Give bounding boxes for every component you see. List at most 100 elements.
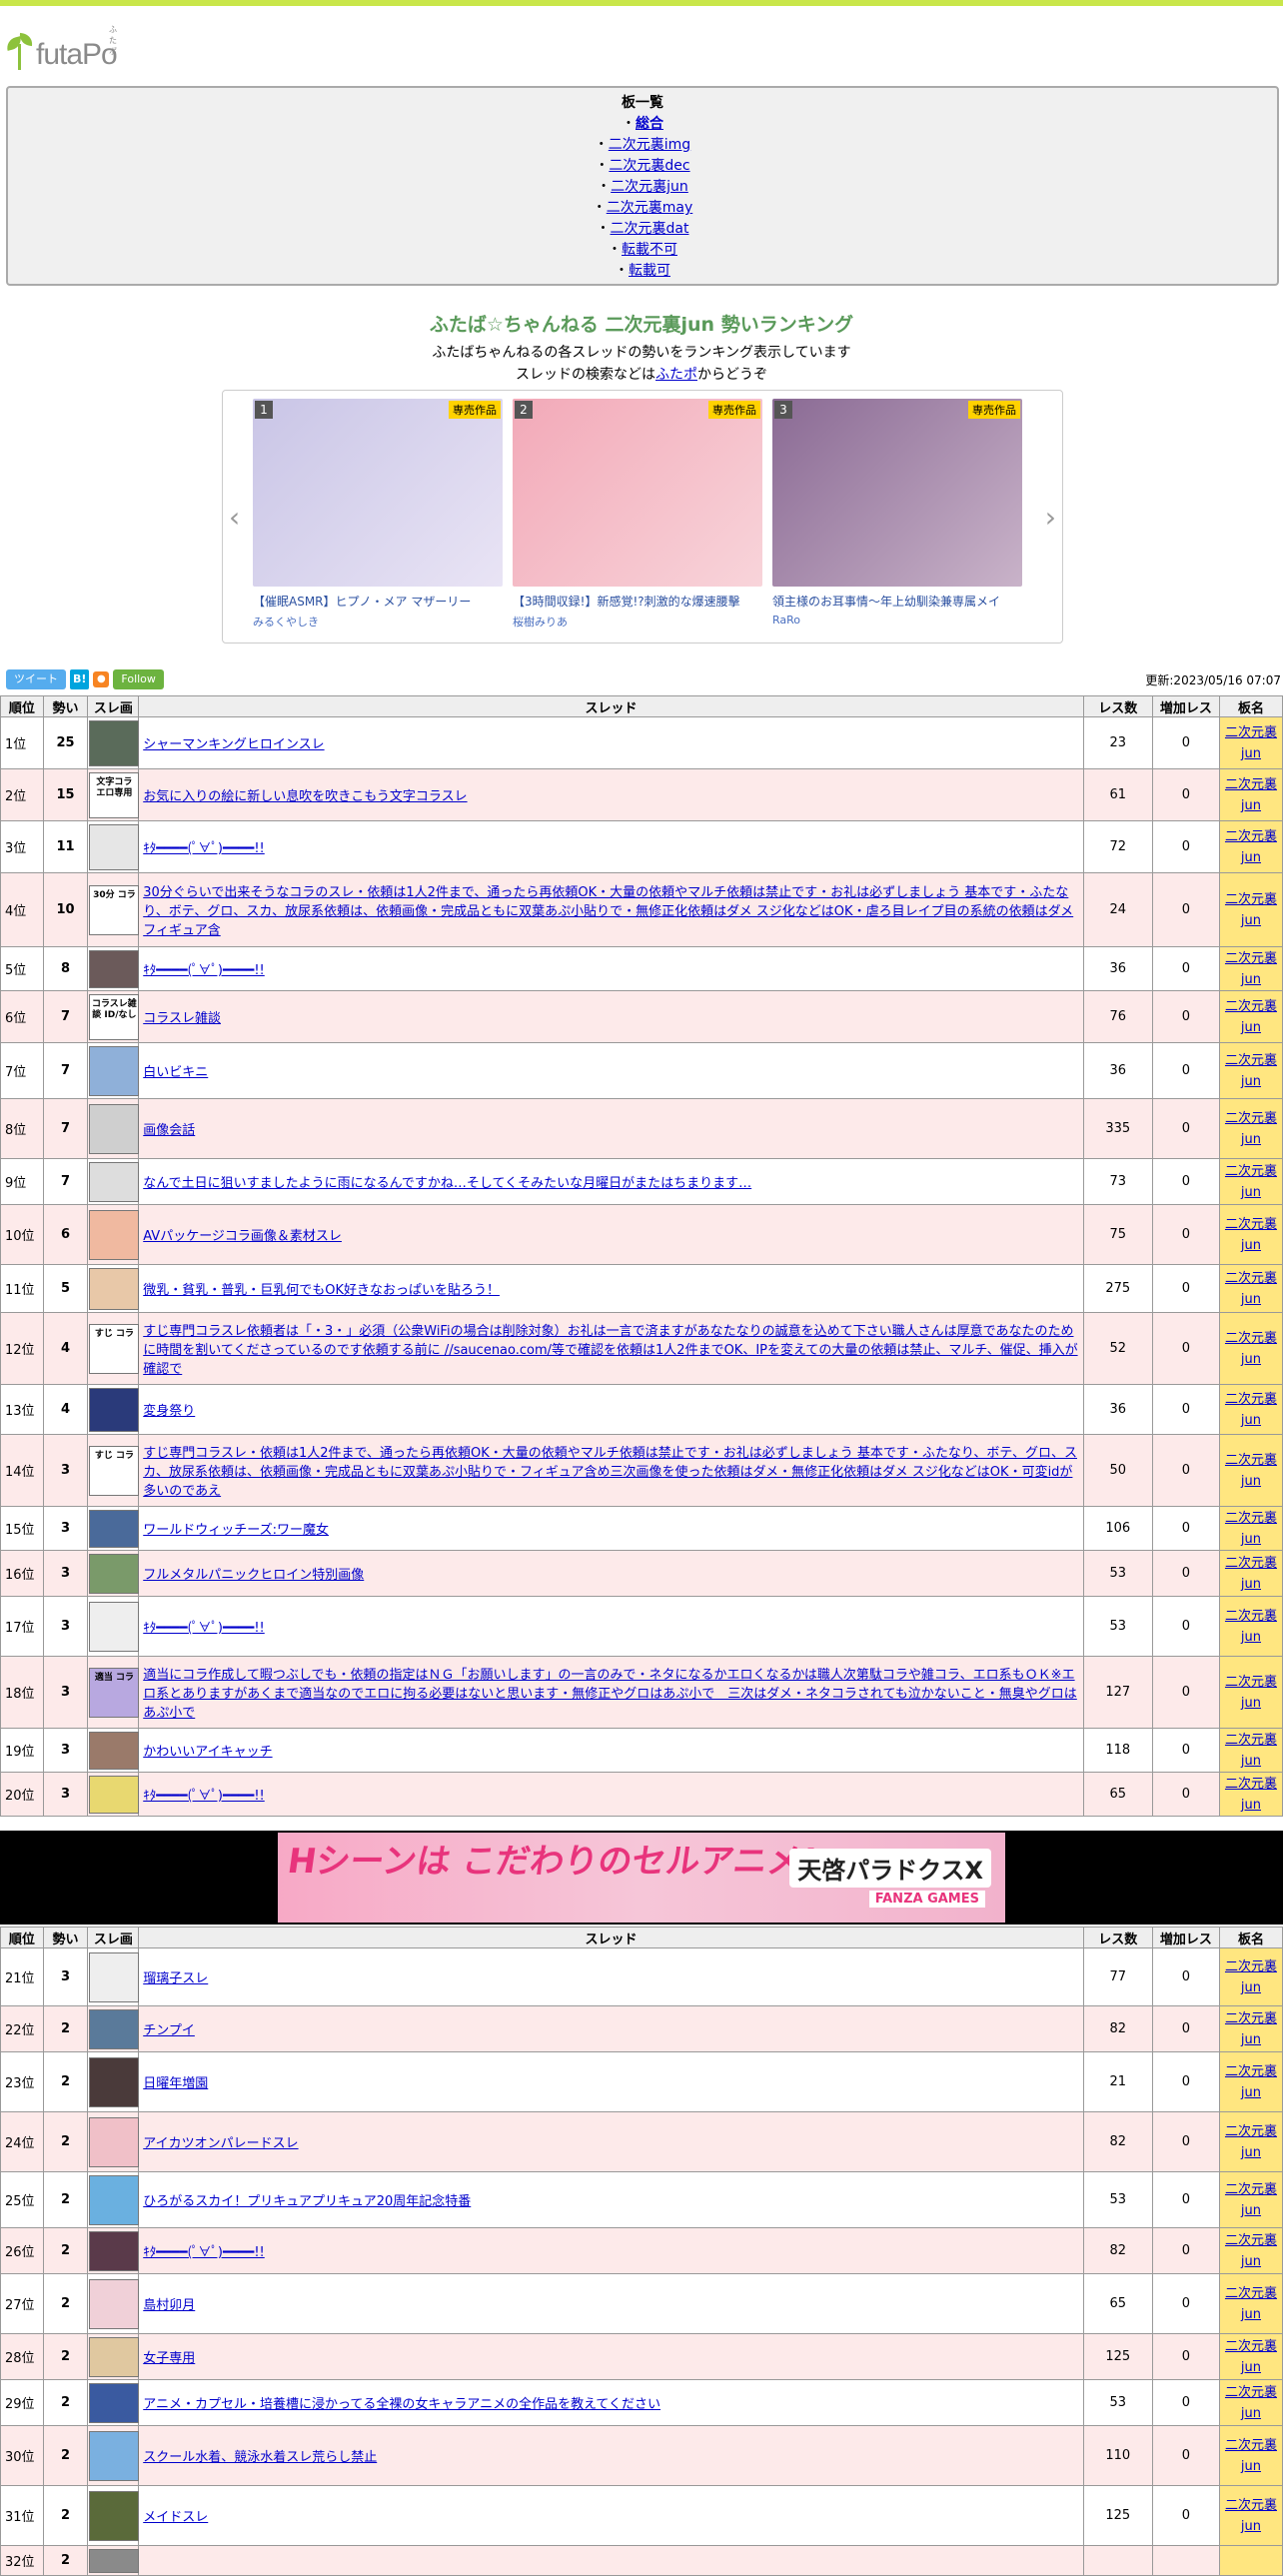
thread-thumbnail[interactable] [89,1045,140,1096]
board-name-link[interactable]: 二次元裏 jun [1225,999,1277,1035]
board-name-link[interactable]: 二次元裏 jun [1225,1556,1277,1592]
board-name-link[interactable]: 二次元裏 jun [1225,2438,1277,2474]
thread-link[interactable]: すじ専門コラスレ・依頼は1人2件まで、通ったら再依頼OK・大量の依頼やマルチ依頼… [143,1446,1077,1499]
board-name-link[interactable]: 二次元裏 jun [1225,1777,1277,1813]
hatena-bookmark-button[interactable]: B! [70,669,90,689]
thumbnail-cell[interactable] [87,2379,140,2426]
thread-thumbnail[interactable] [89,1553,140,1594]
thread-thumbnail[interactable]: 30分 コラ [89,884,140,935]
product-title[interactable]: 【催眠ASMR】ヒプノ・メア マザーリー [253,593,503,610]
thread-link[interactable]: フルメタルパニックヒロイン特別画像 [143,1568,364,1583]
thread-link[interactable]: ｷﾀ━━━━(ﾟ∀ﾟ)━━━━!! [143,841,265,856]
thumbnail-cell[interactable]: コラスレ雑談 ID/なし [87,990,140,1043]
board-name-link[interactable]: 二次元裏 jun [1225,725,1277,761]
board-name-link[interactable]: 二次元裏 jun [1225,1331,1277,1367]
board-name-link[interactable]: 二次元裏 jun [1225,1217,1277,1253]
thumbnail-cell[interactable] [87,1772,140,1817]
product-author[interactable]: RaRo [772,614,1022,627]
thread-link[interactable]: ワールドウィッチーズ:ワー魔女 [143,1523,329,1538]
thumbnail-cell[interactable]: すじ コラ [87,1434,140,1507]
thread-link[interactable]: AVパッケージコラ画像＆素材スレ [143,1229,342,1244]
thumbnail-cell[interactable] [87,2545,140,2576]
board-name-link[interactable]: 二次元裏 jun [1225,1733,1277,1769]
thread-link[interactable]: ｷﾀ━━━━(ﾟ∀ﾟ)━━━━!! [143,1789,265,1804]
thread-link[interactable]: お気に入りの絵に新しい息吹を吹きこもう文字コラスレ [143,789,467,804]
thumbnail-cell[interactable] [87,820,140,873]
board-name-link[interactable]: 二次元裏 jun [1225,2286,1277,2322]
follow-button[interactable]: Follow [113,669,164,689]
thread-link[interactable]: スクール水着、競泳水着スレ荒らし禁止 [143,2450,377,2465]
product-title[interactable]: 領主様のお耳事情～年上幼馴染兼専属メイ [772,593,1022,610]
board-name-link[interactable]: 二次元裏 jun [1225,2182,1277,2218]
thread-thumbnail[interactable] [89,1509,140,1548]
thumbnail-cell[interactable] [87,1264,140,1313]
thread-thumbnail[interactable]: コラスレ雑談 ID/なし [89,993,140,1040]
product-thumbnail[interactable]: 3 専売作品 [772,399,1022,587]
board-name-link[interactable]: 二次元裏 jun [1225,892,1277,928]
thumbnail-cell[interactable] [87,2273,140,2334]
thread-link[interactable]: 適当にコラ作成して暇つぶしでも・依頼の指定はＮＧ「お願いします」の一言のみで・ネ… [143,1668,1077,1721]
thread-link[interactable]: 日曜年増園 [143,2076,208,2091]
carousel-card[interactable]: 2 専売作品 【3時間収録!】新感覚!?刺激的な爆速腰擊 桜樹みりあ [513,399,762,630]
product-thumbnail[interactable]: 2 専売作品 [513,399,762,587]
thread-thumbnail[interactable] [89,1387,140,1432]
board-link[interactable]: 転載可 [629,263,670,279]
thread-link[interactable]: 微乳・貧乳・普乳・巨乳何でもOK好きなおっぱいを貼ろう！ [143,1283,500,1298]
rss-icon[interactable]: ● [93,671,110,687]
board-name-link[interactable]: 二次元裏 jun [1225,2339,1277,2375]
thumbnail-cell[interactable]: 文字コラ エロ専用 [87,768,140,821]
futapo-link[interactable]: ふたポ [655,367,697,383]
thread-thumbnail[interactable] [89,2278,140,2329]
thread-link[interactable]: ｷﾀ━━━━(ﾟ∀ﾟ)━━━━!! [143,963,265,978]
thread-link[interactable]: 島村卯月 [143,2298,195,2313]
thread-thumbnail[interactable] [89,1267,140,1310]
thumbnail-cell[interactable] [87,1098,140,1159]
thread-link[interactable]: シャーマンキングヒロインスレ [143,737,324,752]
thread-thumbnail[interactable] [89,2382,140,2423]
board-name-link[interactable]: 二次元裏 jun [1225,1453,1277,1489]
thread-thumbnail[interactable] [89,1161,140,1202]
board-link[interactable]: 総合 [636,116,663,132]
thread-thumbnail[interactable] [89,2490,140,2541]
ad-image[interactable]: Hシーンは こだわりのセルアニメ! 天啓パラドクスX FANZA GAMES [278,1833,1005,1923]
thread-link[interactable]: なんで土日に狙いすましたように雨になるんですかね…そしてくそみたいな月曜日がまた… [143,1176,751,1191]
thread-link[interactable]: メイドスレ [143,2510,208,2525]
board-link[interactable]: 二次元裏img [609,137,690,153]
thread-link[interactable]: 画像会話 [143,1123,195,1138]
tweet-button[interactable]: ツイート [6,669,66,689]
board-name-link[interactable]: 二次元裏 jun [1225,1111,1277,1147]
board-name-link[interactable]: 二次元裏 jun [1225,1164,1277,1200]
board-name-link[interactable]: 二次元裏 jun [1225,1392,1277,1428]
thread-thumbnail[interactable] [89,2430,140,2481]
thread-link[interactable]: アイカツオンパレードスレ [143,2136,298,2151]
board-name-link[interactable]: 二次元裏 jun [1225,1271,1277,1307]
board-name-link[interactable]: 二次元裏 jun [1225,829,1277,865]
thumbnail-cell[interactable]: すじ コラ [87,1312,140,1385]
thread-link[interactable]: アニメ・カプセル・培養槽に浸かってる全裸の女キャラアニメの全作品を教えてください [143,2397,660,2412]
thread-link[interactable]: 白いビキニ [143,1065,208,1080]
board-name-link[interactable]: 二次元裏 jun [1225,777,1277,813]
thread-thumbnail[interactable] [89,823,140,870]
thread-thumbnail[interactable] [89,2548,140,2573]
board-name-link[interactable]: 二次元裏 jun [1225,1053,1277,1089]
thread-thumbnail[interactable] [89,949,140,988]
thumbnail-cell[interactable] [87,2111,140,2172]
board-link[interactable]: 二次元裏may [607,200,693,216]
thread-link[interactable]: ひろがるスカイ！プリキュアプリキュア20周年記念特番 [143,2194,471,2209]
thread-link[interactable]: 30分ぐらいで出来そうなコラのスレ・依頼は1人2件まで、通ったら再依頼OK・大量… [143,885,1073,938]
board-name-link[interactable]: 二次元裏 jun [1225,1675,1277,1711]
thumbnail-cell[interactable] [87,2425,140,2486]
thread-thumbnail[interactable] [89,2230,140,2271]
thread-link[interactable]: 瑠璃子スレ [143,1971,208,1986]
board-name-link[interactable]: 二次元裏 jun [1225,1511,1277,1547]
board-link[interactable]: 二次元裏dat [611,221,689,237]
thumbnail-cell[interactable] [87,1204,140,1265]
thread-thumbnail[interactable]: すじ コラ [89,1445,140,1496]
product-author[interactable]: みるくやしき [253,614,503,630]
board-link[interactable]: 二次元裏jun [611,179,688,195]
thread-link[interactable]: すじ専門コラスレ依頼者は「・3・」必須（公衆WiFiの場合は削除対象）お礼は一言… [143,1324,1077,1377]
product-title[interactable]: 【3時間収録!】新感覚!?刺激的な爆速腰擊 [513,593,762,610]
thumbnail-cell[interactable]: 30分 コラ [87,872,140,947]
thread-thumbnail[interactable] [89,1103,140,1154]
thread-thumbnail[interactable] [89,2008,140,2049]
